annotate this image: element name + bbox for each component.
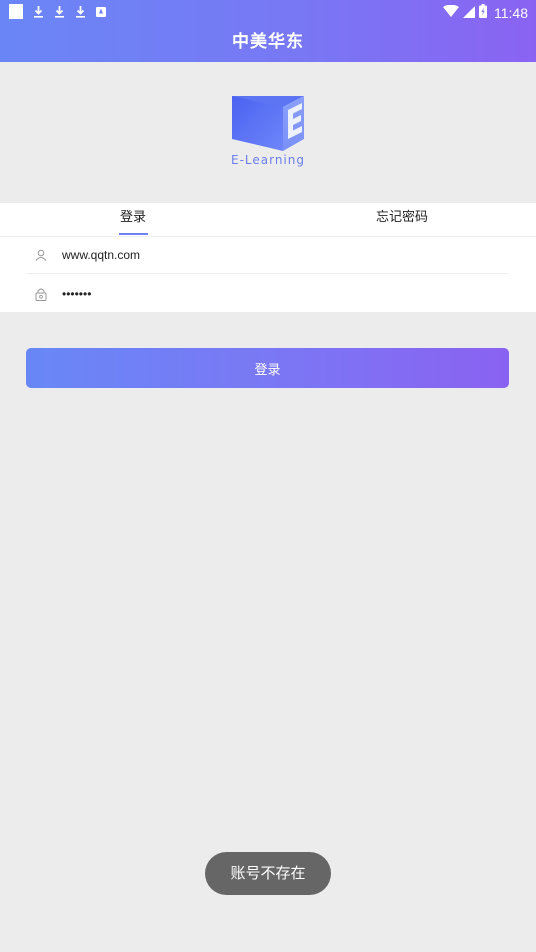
tab-bar: 登录 忘记密码 <box>0 203 536 237</box>
username-input[interactable] <box>62 248 482 262</box>
cellular-signal-icon <box>463 3 475 22</box>
login-form <box>0 237 536 312</box>
e-learning-logo-icon <box>232 96 304 151</box>
battery-charging-icon <box>479 3 487 22</box>
logo-text: E-Learning <box>230 153 305 167</box>
lock-icon <box>26 287 56 301</box>
download-icon <box>33 4 44 19</box>
login-button[interactable]: 登录 <box>26 348 509 388</box>
active-tab-indicator <box>119 233 148 235</box>
download-icon <box>54 4 65 19</box>
toast-message: 账号不存在 <box>205 852 331 895</box>
password-row <box>26 275 509 312</box>
page-title: 中美华东 <box>232 32 304 52</box>
username-row <box>26 237 509 274</box>
notification-square-icon <box>9 4 23 19</box>
download-icon <box>75 4 86 19</box>
app-header: 11:48 中美华东 <box>0 0 536 62</box>
status-bar: 11:48 <box>0 0 536 24</box>
a-notification-icon <box>96 6 106 17</box>
status-time: 11:48 <box>494 4 528 21</box>
user-icon <box>26 249 56 261</box>
tab-login[interactable]: 登录 <box>100 203 166 237</box>
tab-forgot-password[interactable]: 忘记密码 <box>352 203 452 237</box>
password-input[interactable] <box>62 286 482 301</box>
wifi-icon <box>443 3 459 22</box>
